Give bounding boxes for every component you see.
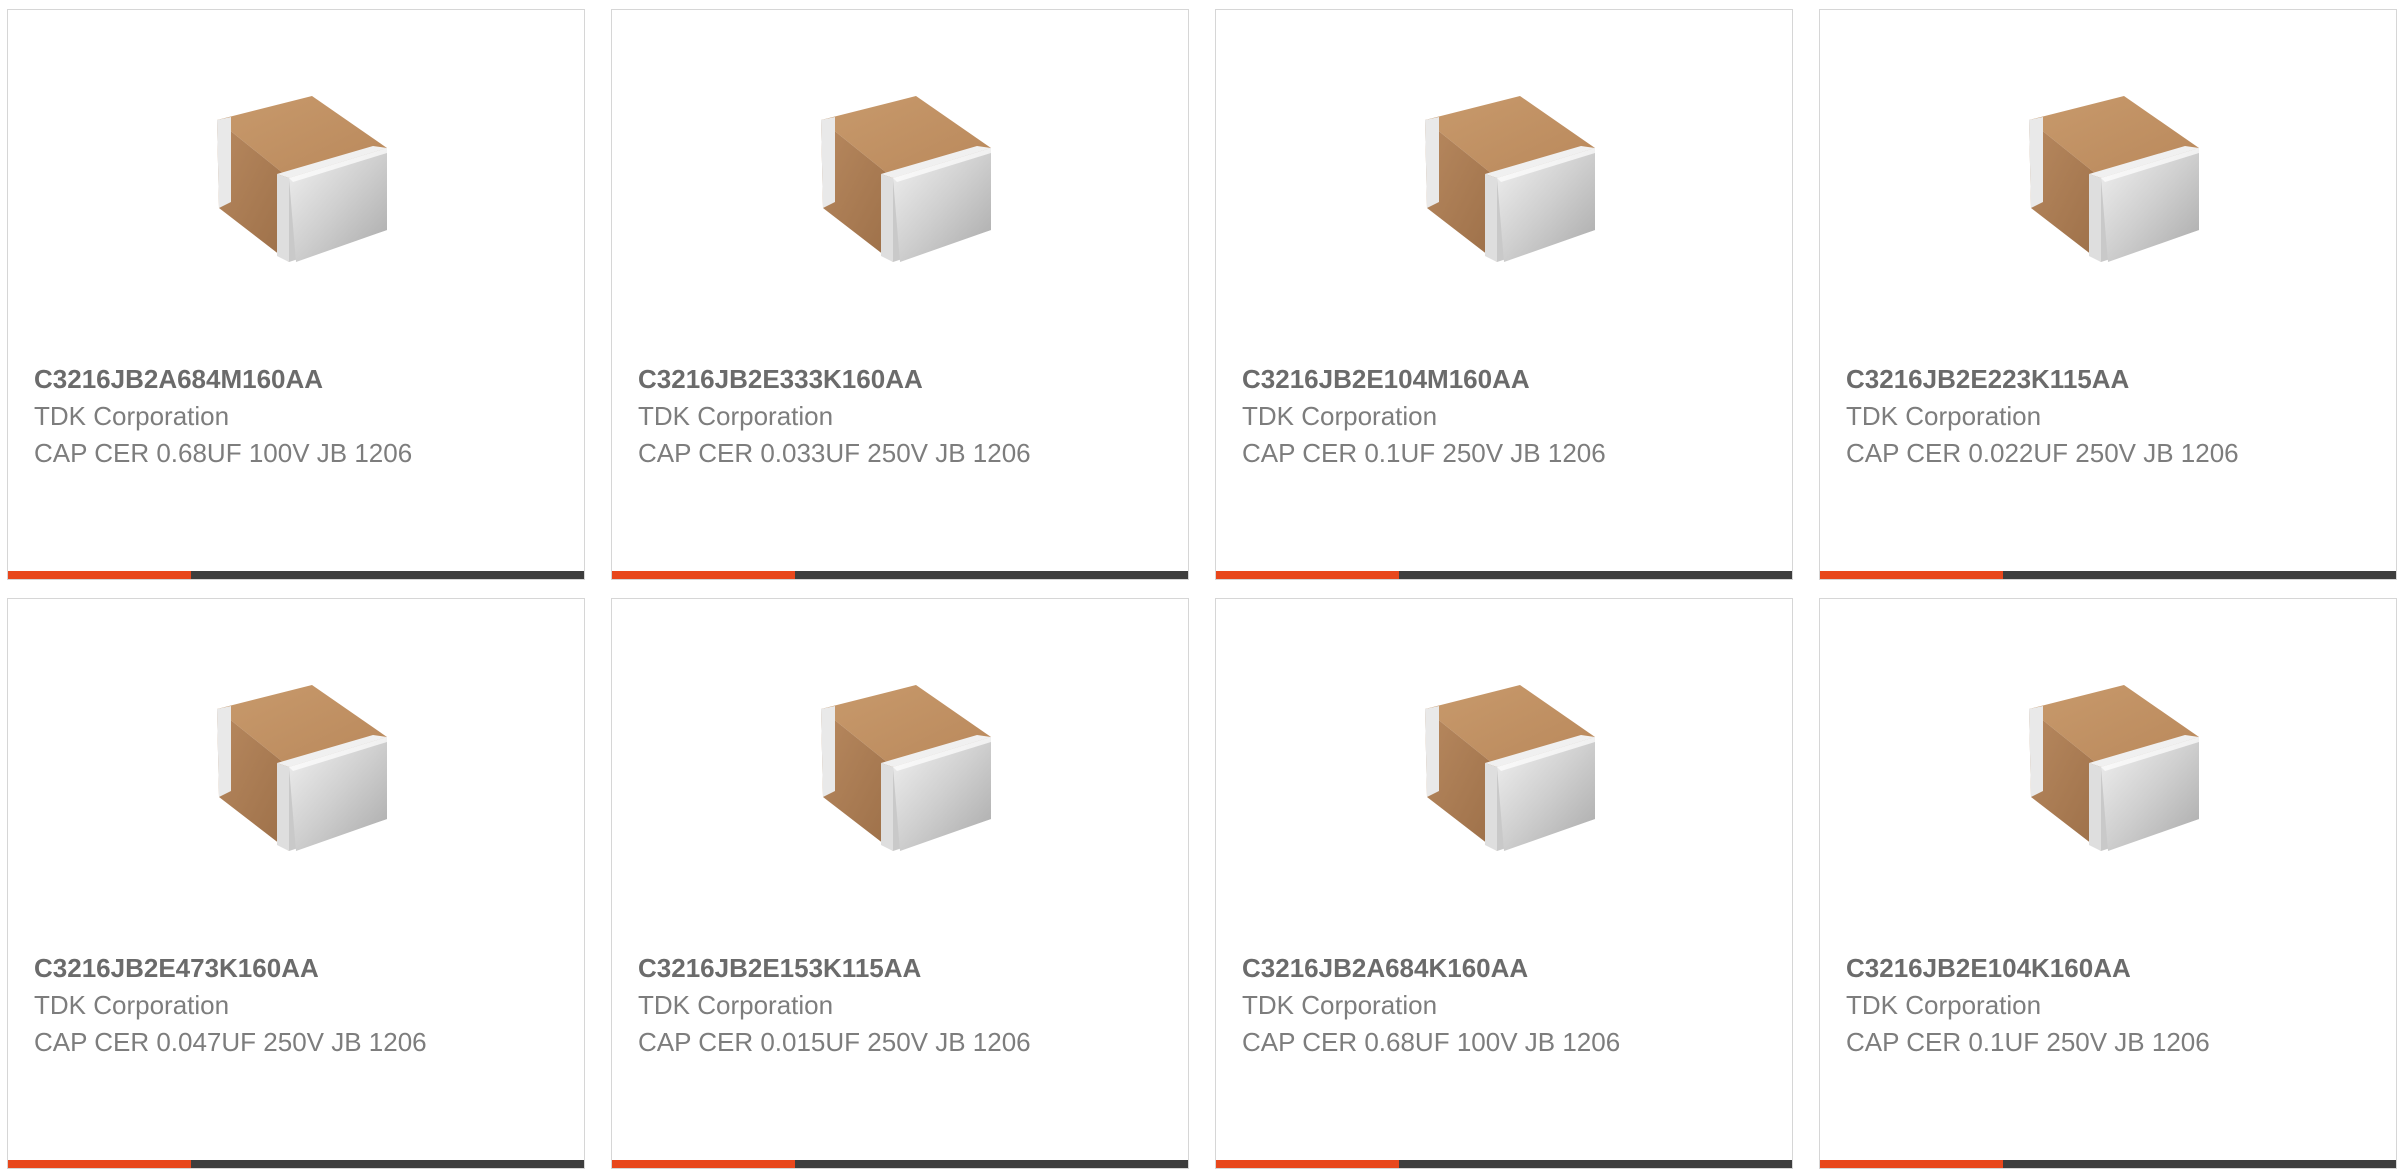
card-accent-bar (8, 571, 191, 579)
ceramic-capacitor-chip-icon (197, 679, 397, 879)
ceramic-capacitor-chip-icon (1405, 679, 1605, 879)
ceramic-capacitor-chip-icon (801, 90, 1001, 290)
manufacturer-name: TDK Corporation (34, 401, 230, 431)
ceramic-capacitor-chip-icon (1405, 90, 1605, 290)
product-grid: C3216JB2A684M160AA TDK Corporation CAP C… (0, 0, 2400, 1169)
part-number-link[interactable]: C3216JB2A684K160AA (1242, 951, 1662, 985)
manufacturer-name: TDK Corporation (1242, 990, 1438, 1020)
part-number-link[interactable]: C3216JB2E223K115AA (1846, 362, 2266, 396)
part-number-link[interactable]: C3216JB2E473K160AA (34, 951, 454, 985)
ceramic-capacitor-chip-icon (801, 679, 1001, 879)
product-description: CAP CER 0.047UF 250V JB 1206 (34, 1027, 427, 1057)
ceramic-capacitor-chip-icon (2009, 679, 2209, 879)
product-card[interactable]: C3216JB2E473K160AA TDK Corporation CAP C… (7, 598, 585, 1169)
card-footer-bar (1216, 571, 1792, 579)
part-number-link[interactable]: C3216JB2E104K160AA (1846, 951, 2266, 985)
manufacturer-name: TDK Corporation (638, 401, 834, 431)
card-accent-bar (612, 571, 795, 579)
part-number-link[interactable]: C3216JB2E104M160AA (1242, 362, 1662, 396)
part-number-link[interactable]: C3216JB2A684M160AA (34, 362, 454, 396)
ceramic-capacitor-chip-icon (197, 90, 397, 290)
manufacturer-name: TDK Corporation (1846, 990, 2042, 1020)
product-description: CAP CER 0.68UF 100V JB 1206 (34, 438, 413, 468)
manufacturer-name: TDK Corporation (638, 990, 834, 1020)
ceramic-capacitor-chip-icon (2009, 90, 2209, 290)
card-accent-bar (1216, 571, 1399, 579)
manufacturer-name: TDK Corporation (34, 990, 230, 1020)
product-card[interactable]: C3216JB2E104K160AA TDK Corporation CAP C… (1819, 598, 2397, 1169)
product-description: CAP CER 0.1UF 250V JB 1206 (1846, 1027, 2210, 1057)
product-description: CAP CER 0.033UF 250V JB 1206 (638, 438, 1031, 468)
part-number-link[interactable]: C3216JB2E153K115AA (638, 951, 1058, 985)
manufacturer-name: TDK Corporation (1846, 401, 2042, 431)
product-description: CAP CER 0.022UF 250V JB 1206 (1846, 438, 2239, 468)
product-card[interactable]: C3216JB2E223K115AA TDK Corporation CAP C… (1819, 9, 2397, 580)
manufacturer-name: TDK Corporation (1242, 401, 1438, 431)
product-card[interactable]: C3216JB2A684K160AA TDK Corporation CAP C… (1215, 598, 1793, 1169)
card-footer-bar (8, 571, 584, 579)
card-footer-bar (612, 571, 1188, 579)
product-card[interactable]: C3216JB2A684M160AA TDK Corporation CAP C… (7, 9, 585, 580)
product-description: CAP CER 0.68UF 100V JB 1206 (1242, 1027, 1621, 1057)
part-number-link[interactable]: C3216JB2E333K160AA (638, 362, 1058, 396)
product-description: CAP CER 0.1UF 250V JB 1206 (1242, 438, 1606, 468)
product-card[interactable]: C3216JB2E104M160AA TDK Corporation CAP C… (1215, 9, 1793, 580)
product-card[interactable]: C3216JB2E153K115AA TDK Corporation CAP C… (611, 598, 1189, 1169)
product-description: CAP CER 0.015UF 250V JB 1206 (638, 1027, 1031, 1057)
card-footer-bar (1820, 571, 2396, 579)
product-card[interactable]: C3216JB2E333K160AA TDK Corporation CAP C… (611, 9, 1189, 580)
card-accent-bar (1820, 571, 2003, 579)
